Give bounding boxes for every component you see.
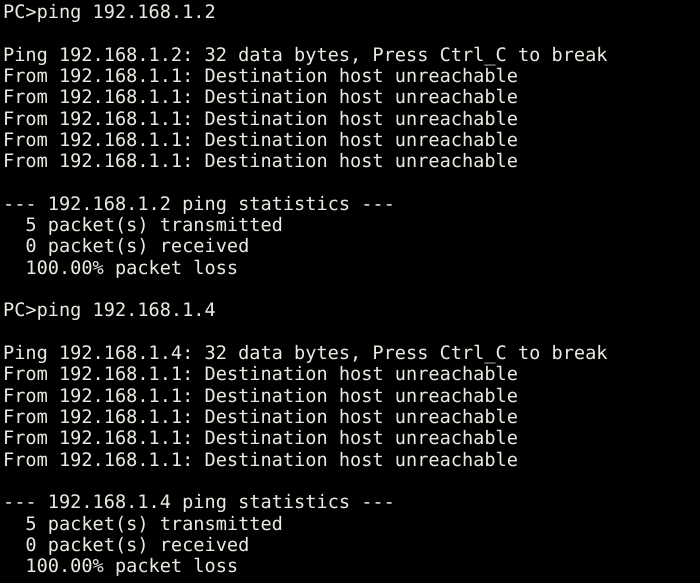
terminal-line: Ping 192.168.1.2: 32 data bytes, Press C… [3,44,608,66]
terminal-line: 5 packet(s) transmitted [3,513,283,535]
terminal-line: --- 192.168.1.2 ping statistics --- [3,193,395,215]
terminal-line: From 192.168.1.1: Destination host unrea… [3,428,518,450]
terminal-line: From 192.168.1.1: Destination host unrea… [3,385,518,407]
terminal-line: Ping 192.168.1.4: 32 data bytes, Press C… [3,343,608,364]
terminal-line: 0 packet(s) received [3,236,250,258]
terminal-line: From 192.168.1.1: Destination host unrea… [3,65,518,87]
terminal-line: From 192.168.1.1: Destination host unrea… [3,108,518,130]
terminal-line: From 192.168.1.1: Destination host unrea… [3,87,518,109]
terminal-line: 0 packet(s) received [3,534,250,556]
terminal-line: 5 packet(s) transmitted [3,215,283,237]
terminal-line: 100.00% packet loss [3,556,239,578]
terminal-line: From 192.168.1.1: Destination host unrea… [3,406,518,428]
terminal-line: From 192.168.1.1: Destination host unrea… [3,364,518,386]
terminal-line: From 192.168.1.1: Destination host unrea… [3,129,518,151]
terminal-line: 100.00% packet loss [3,257,239,279]
terminal-line: From 192.168.1.1: Destination host unrea… [3,449,518,471]
terminal-output-console[interactable]: PC>ping 192.168.1.2 Ping 192.168.1.2: 32… [0,0,700,583]
terminal-line: --- 192.168.1.4 ping statistics --- [3,492,395,514]
terminal-line: From 192.168.1.1: Destination host unrea… [3,151,518,173]
terminal-line: PC>ping 192.168.1.2 [3,2,216,23]
terminal-line: PC>ping 192.168.1.4 [3,300,216,322]
